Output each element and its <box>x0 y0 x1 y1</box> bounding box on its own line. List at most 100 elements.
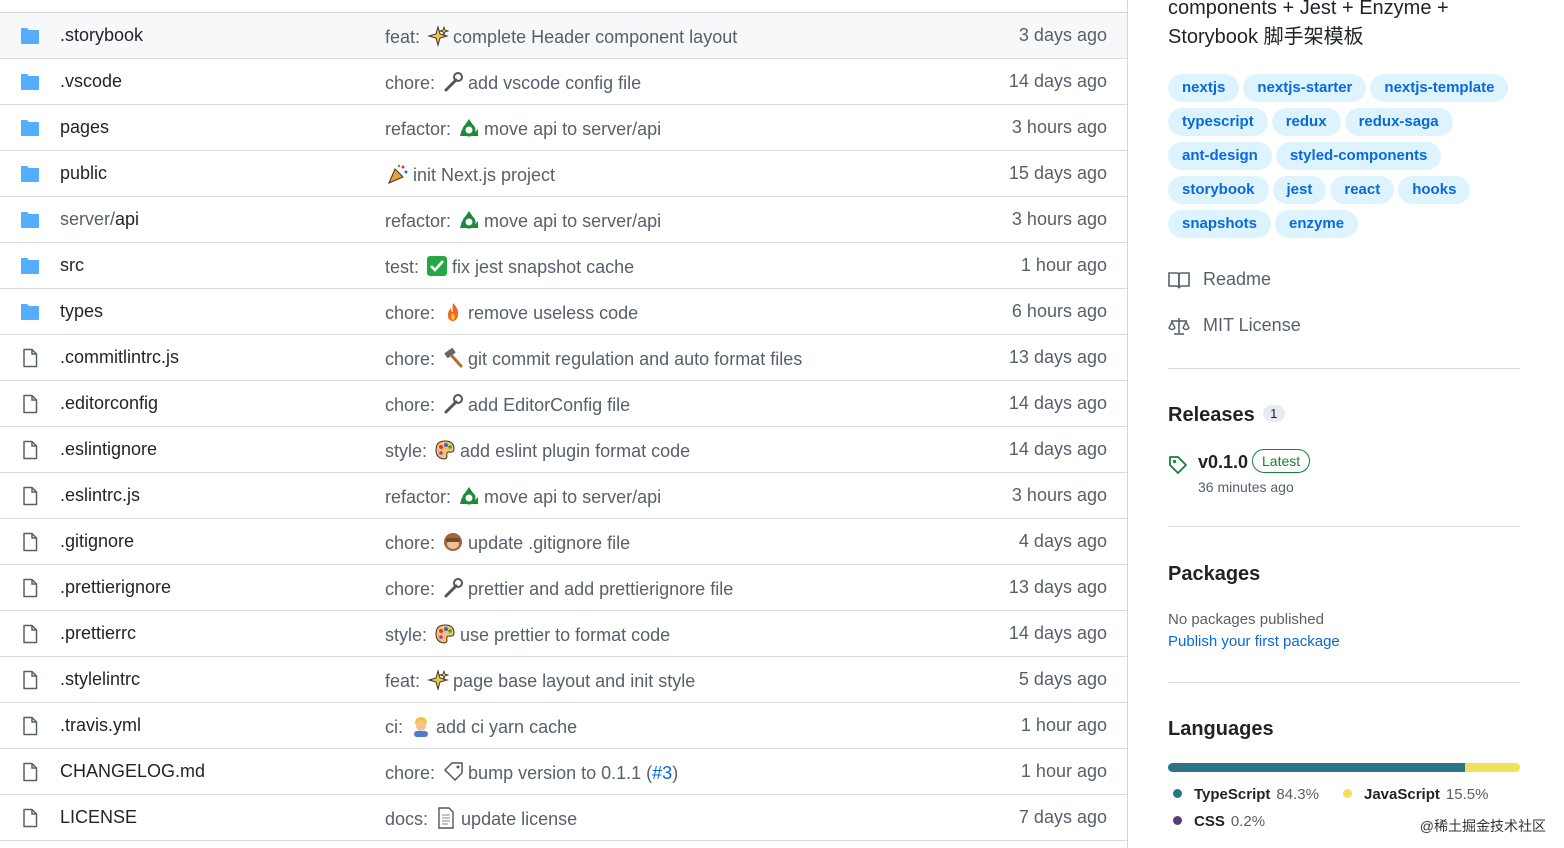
folder-row[interactable]: pages refactor: move api to server/api 3 h… <box>0 105 1127 151</box>
file-name-link[interactable]: .travis.yml <box>60 715 141 736</box>
commit-text: prettier and add prettierignore file <box>468 579 734 599</box>
commit-message-link[interactable]: chore: add vscode config file <box>385 71 641 94</box>
file-row[interactable]: .commitlintrc.js chore: git commit regula… <box>0 335 1127 381</box>
file-name-link[interactable]: .editorconfig <box>60 393 158 414</box>
tag-icon <box>1169 456 1187 474</box>
language-css[interactable]: CSS 0.2% <box>1173 813 1265 830</box>
file-name: CHANGELOG.md <box>60 761 206 781</box>
file-name: .eslintignore <box>60 439 158 459</box>
commit-text: fix jest snapshot cache <box>452 257 635 277</box>
topic-tag[interactable]: styled-components <box>1275 142 1442 170</box>
file-name-link[interactable]: LICENSE <box>60 807 137 828</box>
commit-type: ci: <box>385 717 403 737</box>
topic-tag[interactable]: enzyme <box>1275 210 1359 238</box>
language-typescript[interactable]: TypeScript 84.3% <box>1173 786 1319 803</box>
topic-tag[interactable]: hooks <box>1398 176 1471 204</box>
file-row[interactable]: .gitignore chore: update .gitignore file 4… <box>0 519 1127 565</box>
commit-message-link[interactable]: chore: bump version to 0.1.1 (#3) <box>385 761 678 784</box>
packages-heading[interactable]: Packages <box>1168 563 1260 586</box>
file-row[interactable]: .stylelintrc feat: page base layout and i… <box>0 657 1127 703</box>
release-time: 36 minutes ago <box>1198 479 1294 495</box>
releases-heading[interactable]: Releases 1 <box>1168 404 1285 427</box>
palette-icon <box>434 623 456 645</box>
topic-tag[interactable]: nextjs-starter <box>1243 74 1367 102</box>
file-name-link[interactable]: pages <box>60 117 109 138</box>
commit-text: git commit regulation and auto format fi… <box>468 349 803 369</box>
topic-tag[interactable]: react <box>1330 176 1395 204</box>
commit-message-link[interactable]: test: fix jest snapshot cache <box>385 255 634 278</box>
file-name-link[interactable]: src <box>60 255 84 276</box>
commit-age: 3 hours ago <box>1011 485 1107 505</box>
file-icon <box>20 624 40 644</box>
commit-message-link[interactable]: chore: update .gitignore file <box>385 531 630 554</box>
file-row[interactable]: LICENSE docs: update license 7 days ago <box>0 795 1127 841</box>
commit-message-link[interactable]: style: add eslint plugin format code <box>385 439 690 462</box>
file-row[interactable]: .eslintrc.js refactor: move api to server… <box>0 473 1127 519</box>
release-version-link[interactable]: v0.1.0 <box>1198 452 1248 473</box>
commit-type: docs: <box>385 809 429 829</box>
file-row[interactable]: .prettierrc style: use prettier to format… <box>0 611 1127 657</box>
commit-message-link[interactable]: refactor: move api to server/api <box>385 117 661 140</box>
folder-row[interactable]: public init Next.js project 15 days ago <box>0 151 1127 197</box>
topic-tag[interactable]: ant-design <box>1168 142 1272 170</box>
file-name-link[interactable]: .vscode <box>60 71 122 92</box>
commit-message-link[interactable]: refactor: move api to server/api <box>385 209 661 232</box>
commit-type: chore: <box>385 395 436 415</box>
language-percent: 0.2% <box>1230 813 1266 830</box>
commit-message-link[interactable]: chore: add EditorConfig file <box>385 393 630 416</box>
file-row[interactable]: .travis.yml ci: add ci yarn cache 1 hour a… <box>0 703 1127 749</box>
commit-type: feat: <box>385 27 421 47</box>
file-name: pages <box>60 117 110 137</box>
folder-row[interactable]: src test: fix jest snapshot cache 1 hour a… <box>0 243 1127 289</box>
topic-tag[interactable]: nextjs <box>1168 74 1240 102</box>
file-name-link[interactable]: server/api <box>60 209 139 230</box>
file-name-link[interactable]: .prettierignore <box>60 577 171 598</box>
language-javascript[interactable]: JavaScript 15.5% <box>1343 786 1488 803</box>
language-bar-segment <box>1465 763 1520 772</box>
book-icon <box>1168 272 1190 289</box>
commit-message-link[interactable]: feat: complete Header component layout <box>385 25 737 48</box>
file-name-link[interactable]: CHANGELOG.md <box>60 761 205 782</box>
topic-tag[interactable]: nextjs-template <box>1370 74 1509 102</box>
folder-row[interactable]: .storybook feat: complete Header componen… <box>0 13 1127 59</box>
commit-message-link[interactable]: init Next.js project <box>385 163 555 186</box>
topic-tag[interactable]: typescript <box>1168 108 1268 136</box>
file-row[interactable]: .editorconfig chore: add EditorConfig fil… <box>0 381 1127 427</box>
file-name-link[interactable]: .storybook <box>60 25 143 46</box>
commit-message-link[interactable]: chore: remove useless code <box>385 301 638 324</box>
file-row[interactable]: .prettierignore chore: prettier and add p… <box>0 565 1127 611</box>
commit-message-link[interactable]: chore: git commit regulation and auto fo… <box>385 347 802 370</box>
topic-tag[interactable]: snapshots <box>1168 210 1272 238</box>
folder-row[interactable]: .vscode chore: add vscode config file 14 d… <box>0 59 1127 105</box>
file-name-link[interactable]: .eslintrc.js <box>60 485 140 506</box>
commit-type: chore: <box>385 349 436 369</box>
publish-package-link[interactable]: Publish your first package <box>1168 633 1340 650</box>
file-row[interactable]: CHANGELOG.md chore: bump version to 0.1.1… <box>0 749 1127 795</box>
file-name-link[interactable]: .prettierrc <box>60 623 136 644</box>
topic-tag[interactable]: storybook <box>1168 176 1269 204</box>
file-name: types <box>60 301 104 321</box>
pull-request-link[interactable]: #3 <box>652 763 672 783</box>
folder-row[interactable]: server/api refactor: move api to server/a… <box>0 197 1127 243</box>
file-name-link[interactable]: .gitignore <box>60 531 134 552</box>
file-name: .commitlintrc.js <box>60 347 180 367</box>
commit-message-link[interactable]: style: use prettier to format code <box>385 623 670 646</box>
topic-tag[interactable]: redux-saga <box>1344 108 1453 136</box>
file-name-link[interactable]: .commitlintrc.js <box>60 347 179 368</box>
file-row[interactable]: .eslintignore style: add eslint plugin fo… <box>0 427 1127 473</box>
file-name-link[interactable]: public <box>60 163 107 184</box>
topic-tag[interactable]: redux <box>1271 108 1341 136</box>
no-packages-text: No packages published <box>1168 611 1324 628</box>
file-name-link[interactable]: types <box>60 301 103 322</box>
file-name-link[interactable]: .stylelintrc <box>60 669 140 690</box>
folder-row[interactable]: types chore: remove useless code 6 hours a… <box>0 289 1127 335</box>
recycle-icon <box>458 485 480 507</box>
commit-message-link[interactable]: feat: page base layout and init style <box>385 669 695 692</box>
commit-message-link[interactable]: ci: add ci yarn cache <box>385 715 577 738</box>
commit-message-link[interactable]: docs: update license <box>385 807 577 830</box>
commit-message-link[interactable]: refactor: move api to server/api <box>385 485 661 508</box>
commit-age: 14 days ago <box>1008 393 1107 413</box>
commit-message-link[interactable]: chore: prettier and add prettierignore f… <box>385 577 733 600</box>
topic-tag[interactable]: jest <box>1272 176 1327 204</box>
file-name-link[interactable]: .eslintignore <box>60 439 157 460</box>
